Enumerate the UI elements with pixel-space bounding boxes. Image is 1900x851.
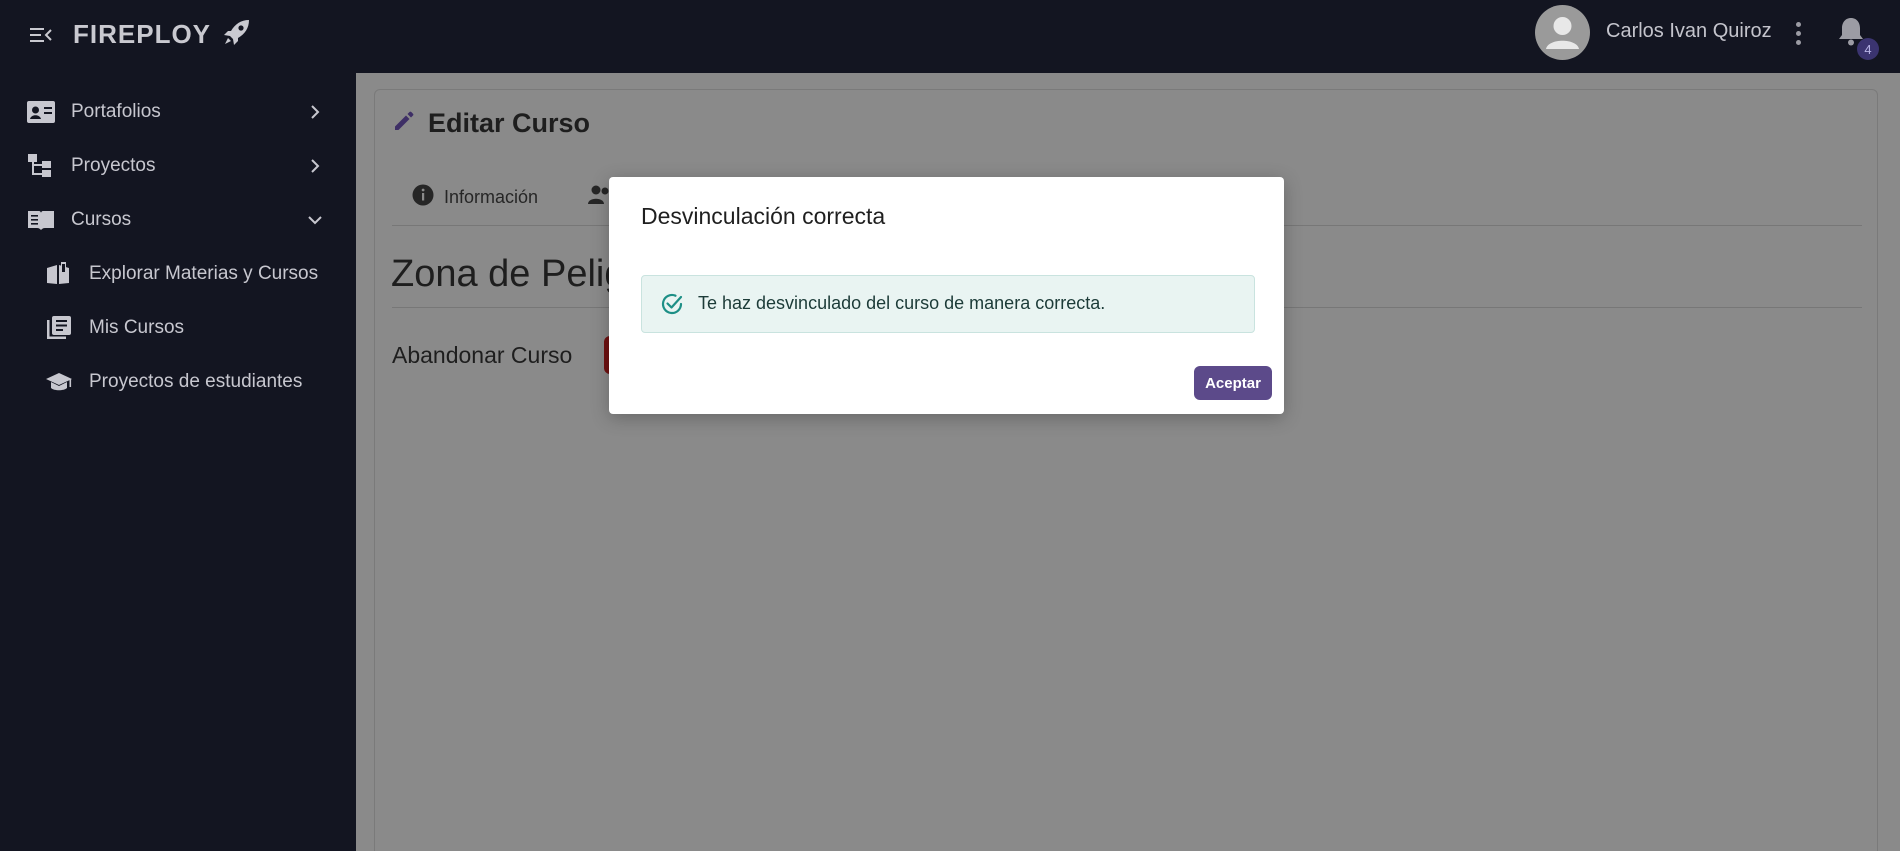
success-alert: Te haz desvinculado del curso de manera … [641, 275, 1255, 333]
accept-button[interactable]: Aceptar [1194, 366, 1272, 400]
dialog-title: Desvinculación correcta [641, 203, 886, 229]
success-dialog: Desvinculación correcta Te haz desvincul… [609, 177, 1284, 414]
check-circle-icon [659, 291, 685, 317]
alert-message: Te haz desvinculado del curso de manera … [698, 293, 1106, 313]
modal-backdrop[interactable]: Desvinculación correcta Te haz desvincul… [0, 0, 1900, 851]
